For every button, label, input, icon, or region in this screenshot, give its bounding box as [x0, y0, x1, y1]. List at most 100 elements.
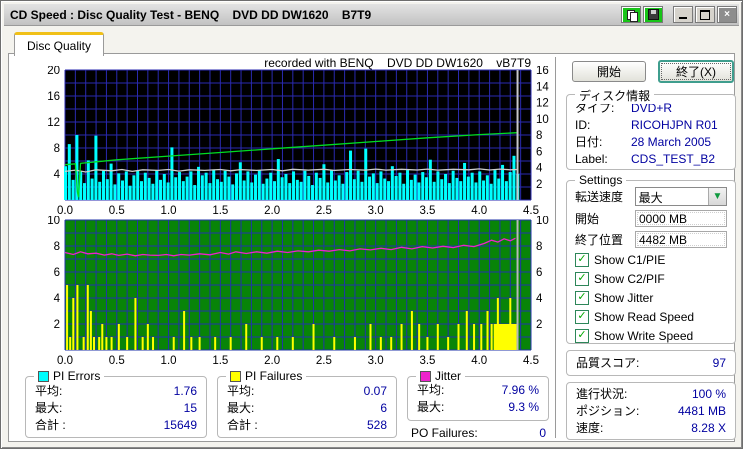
- show-write-speed-row[interactable]: ✓ Show Write Speed: [567, 326, 735, 345]
- svg-text:2.5: 2.5: [316, 205, 332, 216]
- svg-text:4.0: 4.0: [471, 355, 487, 366]
- svg-text:2: 2: [536, 179, 542, 191]
- svg-text:8: 8: [54, 143, 60, 155]
- position-label: ポジション:: [576, 404, 640, 418]
- disc-quality-pane: recorded with BENQ DVD DD DW1620 vB7T9 2…: [8, 53, 736, 442]
- pi-failures-avg-label: 平均:: [227, 384, 255, 398]
- pi-failures-max-label: 最大:: [227, 401, 255, 415]
- settings-groupbox: Settings 転送速度 最大 ▼ 開始 終了位置: [566, 173, 736, 345]
- end-position-label: 終了位置: [575, 233, 624, 247]
- minimize-button[interactable]: [673, 6, 693, 23]
- tab-disc-quality[interactable]: Disc Quality: [14, 32, 105, 56]
- minimize-icon: [679, 10, 687, 19]
- pi-errors-max-label: 最大:: [35, 401, 63, 415]
- settings-title: Settings: [579, 173, 623, 187]
- jitter-avg-value: 7.96 %: [501, 383, 539, 397]
- pi-errors-speed-chart: 20 16 12 8 4 16 14 12 10 8 6 4 2 0.0 0.5 1.0 1.5 2.0 2.5 3.…: [47, 66, 549, 216]
- start-position-input[interactable]: [635, 210, 727, 227]
- quality-score-box: 品質スコア: 97: [566, 350, 736, 376]
- titlebar: CD Speed : Disc Quality Test - BENQ DVD …: [4, 4, 739, 26]
- svg-text:3.0: 3.0: [368, 355, 384, 366]
- quality-score-label: 品質スコア:: [576, 356, 640, 370]
- checkbox-checked-icon[interactable]: ✓: [575, 328, 589, 343]
- disc-id-label: ID:: [575, 118, 591, 132]
- show-read-speed-label: Show Read Speed: [594, 309, 695, 324]
- disc-id-value: RICOHJPN R01: [631, 118, 718, 132]
- show-c1-pie-row[interactable]: ✓ Show C1/PIE: [567, 250, 735, 269]
- svg-text:4.5: 4.5: [523, 355, 539, 366]
- svg-text:4.5: 4.5: [523, 205, 539, 216]
- checkbox-checked-icon[interactable]: ✓: [575, 271, 589, 286]
- pi-errors-total-value: 15649: [163, 418, 197, 432]
- pi-errors-groupbox: PI Errors 平均: 1.76 最大: 15 合計 : 15649: [25, 369, 207, 438]
- save-icon: [647, 9, 659, 20]
- jitter-max-value: 9.3 %: [508, 400, 539, 414]
- chevron-down-icon[interactable]: ▼: [708, 188, 726, 205]
- pi-errors-swatch: [38, 370, 49, 382]
- copy-to-clipboard-button[interactable]: [621, 6, 641, 23]
- disc-info-title: ディスク情報: [579, 89, 651, 103]
- position-value: 4481 MB: [677, 404, 726, 418]
- show-c2-pif-row[interactable]: ✓ Show C2/PIF: [567, 269, 735, 288]
- speed-value: 8.28 X: [691, 421, 726, 435]
- svg-text:3.5: 3.5: [419, 205, 435, 216]
- jitter-pi-failures-chart: 10 8 6 4 2 10 8 6 4 2 0.0 0.5 1.0 1.5 2.0 2.5 3.0 3.5 4.0 4…: [47, 216, 549, 366]
- end-position-input[interactable]: [635, 231, 727, 248]
- svg-text:16: 16: [536, 66, 549, 77]
- pi-failures-total-value: 528: [366, 418, 387, 432]
- svg-text:4: 4: [536, 293, 543, 305]
- transfer-speed-value: 最大: [638, 191, 663, 205]
- start-button[interactable]: 開始: [572, 61, 646, 82]
- tab-label: Disc Quality: [27, 38, 92, 53]
- show-jitter-row[interactable]: ✓ Show Jitter: [567, 288, 735, 307]
- svg-text:2.5: 2.5: [316, 355, 332, 366]
- svg-text:0.0: 0.0: [57, 355, 73, 366]
- pi-errors-title: PI Errors: [53, 369, 101, 383]
- close-button[interactable]: ×: [717, 6, 737, 23]
- pi-errors-avg-value: 1.76: [173, 384, 197, 398]
- svg-text:20: 20: [47, 66, 60, 77]
- checkbox-checked-icon[interactable]: ✓: [575, 252, 589, 267]
- svg-text:4: 4: [536, 163, 543, 175]
- disc-date-label: 日付:: [575, 135, 603, 149]
- svg-text:12: 12: [47, 117, 60, 129]
- svg-text:4.0: 4.0: [471, 205, 487, 216]
- svg-text:0.0: 0.0: [57, 205, 73, 216]
- progress-value: 100 %: [691, 387, 726, 401]
- pi-failures-groupbox: PI Failures 平均: 0.07 最大: 6 合計 : 528: [217, 369, 397, 438]
- svg-text:8: 8: [536, 241, 542, 253]
- exit-button[interactable]: 終了(X): [658, 60, 734, 83]
- svg-text:2: 2: [54, 319, 60, 331]
- progress-status-box: 進行状況: 100 % ポジション: 4481 MB 速度: 8.28 X: [566, 382, 736, 440]
- checkbox-checked-icon[interactable]: ✓: [575, 309, 589, 324]
- copy-icon: [626, 9, 638, 22]
- jitter-max-label: 最大:: [417, 400, 445, 414]
- disc-label-label: Label:: [575, 152, 608, 166]
- show-c1-pie-label: Show C1/PIE: [594, 252, 666, 267]
- svg-text:8: 8: [536, 130, 542, 142]
- svg-text:0.5: 0.5: [109, 205, 125, 216]
- svg-text:16: 16: [47, 91, 60, 103]
- po-failures-value: 0: [539, 426, 546, 440]
- pi-failures-total-label: 合計 :: [227, 418, 258, 432]
- transfer-speed-dropdown[interactable]: 最大 ▼: [634, 187, 727, 206]
- svg-text:6: 6: [54, 267, 60, 279]
- svg-text:10: 10: [536, 216, 549, 227]
- svg-text:1.5: 1.5: [212, 205, 228, 216]
- svg-text:3.0: 3.0: [368, 205, 384, 216]
- show-read-speed-row[interactable]: ✓ Show Read Speed: [567, 307, 735, 326]
- pi-failures-max-value: 6: [380, 401, 387, 415]
- jitter-title: Jitter: [435, 369, 462, 383]
- pi-failures-title: PI Failures: [245, 369, 303, 383]
- svg-text:4: 4: [54, 169, 61, 181]
- checkbox-checked-icon[interactable]: ✓: [575, 290, 589, 305]
- maximize-icon: [700, 9, 710, 20]
- svg-text:10: 10: [47, 216, 60, 227]
- svg-text:2: 2: [536, 319, 542, 331]
- show-write-speed-label: Show Write Speed: [594, 328, 694, 343]
- svg-text:1.0: 1.0: [161, 205, 177, 216]
- save-button[interactable]: [643, 6, 663, 23]
- maximize-button[interactable]: [695, 6, 715, 23]
- quality-score-value: 97: [712, 356, 726, 370]
- progress-label: 進行状況:: [576, 387, 628, 401]
